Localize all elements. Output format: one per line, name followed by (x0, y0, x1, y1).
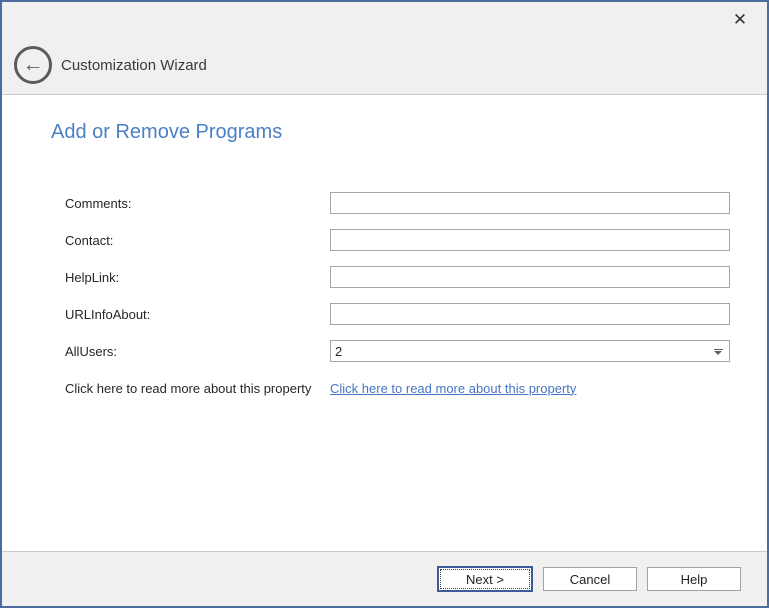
urlinfoabout-field[interactable] (330, 303, 730, 325)
cancel-button[interactable]: Cancel (543, 567, 637, 591)
form-row-comments: Comments: (65, 192, 767, 214)
comments-field[interactable] (330, 192, 730, 214)
window-title: Customization Wizard (61, 57, 207, 74)
helplink-label: HelpLink: (65, 270, 330, 285)
helplink-field[interactable] (330, 266, 730, 288)
form-row-allusers: AllUsers: 2 (65, 340, 767, 362)
urlinfoabout-label: URLInfoAbout: (65, 307, 330, 322)
property-help-label: Click here to read more about this prope… (65, 381, 330, 396)
close-icon[interactable]: ✕ (728, 7, 752, 31)
allusers-label: AllUsers: (65, 344, 330, 359)
properties-form: Comments: Contact: HelpLink: URLInfoAbou… (2, 192, 767, 397)
window-chrome-top: ✕ ← Customization Wizard (2, 2, 767, 95)
help-button[interactable]: Help (647, 567, 741, 591)
wizard-page-content: Add or Remove Programs Comments: Contact… (2, 95, 767, 551)
property-help-row: Click here to read more about this prope… (65, 379, 767, 397)
property-help-link[interactable]: Click here to read more about this prope… (330, 381, 576, 396)
customization-wizard-window: ✕ ← Customization Wizard Add or Remove P… (0, 0, 769, 608)
form-row-helplink: HelpLink: (65, 266, 767, 288)
chevron-down-icon (714, 348, 723, 355)
allusers-dropdown[interactable]: 2 (330, 340, 730, 362)
allusers-dropdown-value: 2 (335, 344, 714, 359)
next-button[interactable]: Next > (437, 566, 533, 592)
form-row-contact: Contact: (65, 229, 767, 251)
wizard-header: ← Customization Wizard (14, 46, 207, 84)
wizard-footer: Next > Cancel Help (2, 551, 767, 606)
contact-field[interactable] (330, 229, 730, 251)
back-arrow-icon: ← (23, 54, 44, 75)
comments-label: Comments: (65, 196, 330, 211)
page-title: Add or Remove Programs (2, 95, 767, 145)
contact-label: Contact: (65, 233, 330, 248)
form-row-urlinfoabout: URLInfoAbout: (65, 303, 767, 325)
back-button[interactable]: ← (14, 46, 52, 84)
